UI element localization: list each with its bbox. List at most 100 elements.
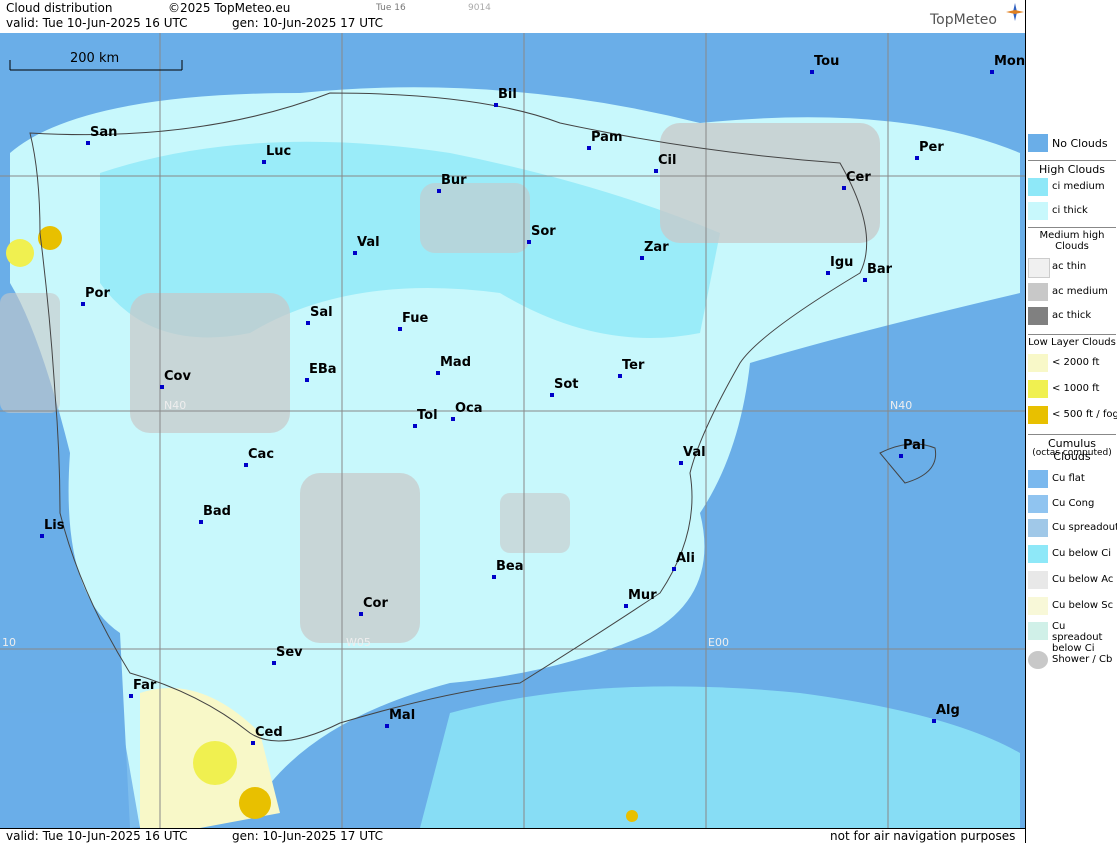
legend-cu-below-sc: Cu below Sc <box>1028 596 1116 616</box>
city-label: Sot <box>554 377 579 392</box>
grid-label: N40 <box>890 399 913 412</box>
city-label: Cer <box>846 170 871 185</box>
map-title: Cloud distribution <box>6 1 113 15</box>
city-marker <box>618 374 622 378</box>
city-marker <box>86 141 90 145</box>
city-marker <box>160 385 164 389</box>
compass-icon <box>1006 3 1024 21</box>
city-marker <box>451 417 455 421</box>
legend-cu-spreadout-below-ci: Cu spreadout below Ci <box>1028 621 1116 654</box>
city-marker <box>437 189 441 193</box>
scale-label: 200 km <box>70 51 120 66</box>
city-marker <box>436 371 440 375</box>
city-marker <box>587 146 591 150</box>
city-label: Bar <box>867 262 893 277</box>
city-label: EBa <box>309 362 337 377</box>
city-label: Bur <box>441 173 467 188</box>
city-label: San <box>90 125 118 140</box>
city-label: Cac <box>248 447 275 462</box>
footer-valid: valid: Tue 10-Jun-2025 16 UTC <box>6 829 188 843</box>
cloud-map[interactable]: 200 km N40 N40 W05 E00 10 Tou Mon Bil San Lu… <box>0 33 1025 828</box>
legend-ac-thick: ac thick <box>1028 306 1116 326</box>
grid-label: 10 <box>2 636 16 649</box>
city-label: Sor <box>531 224 556 239</box>
time-tab: Tue 16 <box>376 3 406 13</box>
legend-cu-below-ci: Cu below Ci <box>1028 544 1116 564</box>
map-footer: valid: Tue 10-Jun-2025 16 UTC gen: 10-Ju… <box>0 828 1025 844</box>
city-marker <box>359 612 363 616</box>
city-label: Val <box>357 235 380 250</box>
legend-low-2000: < 2000 ft <box>1028 353 1116 373</box>
city-marker <box>262 160 266 164</box>
city-marker <box>398 327 402 331</box>
city-marker <box>251 741 255 745</box>
city-marker <box>40 534 44 538</box>
city-label: Val <box>683 445 706 460</box>
city-marker <box>654 169 658 173</box>
city-label: Oca <box>455 401 483 416</box>
city-label: Fue <box>402 311 429 326</box>
city-label: Pam <box>591 130 623 145</box>
legend-ac-medium: ac medium <box>1028 282 1116 302</box>
city-marker <box>640 256 644 260</box>
grid-label: E00 <box>708 636 729 649</box>
legend-ac-thin: ac thin <box>1028 257 1116 278</box>
legend-cu-spreadout: Cu spreadout <box>1028 518 1117 538</box>
city-label: Bad <box>203 504 231 519</box>
footer-gen: gen: 10-Jun-2025 17 UTC <box>232 829 384 843</box>
city-label: Pal <box>903 438 926 453</box>
city-label: Tou <box>814 54 840 69</box>
city-marker <box>899 454 903 458</box>
footer-note: not for air navigation purposes <box>830 829 1016 843</box>
city-label: Per <box>919 140 944 155</box>
city-label: Far <box>133 678 157 693</box>
city-marker <box>842 186 846 190</box>
city-marker <box>672 567 676 571</box>
legend-cu-cong: Cu Cong <box>1028 494 1116 514</box>
map-header: Cloud distribution ©2025 TopMeteo.eu Tue… <box>0 0 1025 34</box>
city-label: Tol <box>417 408 438 423</box>
city-label: Zar <box>644 240 669 255</box>
legend-cu-flat: Cu flat <box>1028 469 1116 489</box>
city-marker <box>826 271 830 275</box>
city-marker <box>494 103 498 107</box>
city-marker <box>990 70 994 74</box>
city-marker <box>413 424 417 428</box>
legend-cu-sub: (octas computed) <box>1032 448 1112 458</box>
city-label: Luc <box>266 144 292 159</box>
code: 9014 <box>468 3 491 13</box>
city-label: Alg <box>936 703 960 718</box>
legend-ci-medium: ci medium <box>1028 177 1116 197</box>
legend-no-clouds: No Clouds <box>1028 133 1116 153</box>
city-label: Por <box>85 286 110 301</box>
city-label: Sal <box>310 305 333 320</box>
city-label: Cor <box>363 596 388 611</box>
city-marker <box>244 463 248 467</box>
city-label: Cov <box>164 369 191 384</box>
gen-time: gen: 10-Jun-2025 17 UTC <box>232 16 384 30</box>
city-label: Bea <box>496 559 524 574</box>
city-label: Sev <box>276 645 303 660</box>
city-label: Ced <box>255 725 283 740</box>
city-label: Mur <box>628 588 657 603</box>
city-marker <box>527 240 531 244</box>
legend-medium-title: Medium high Clouds <box>1028 227 1116 252</box>
legend-ci-thick: ci thick <box>1028 201 1116 221</box>
city-marker <box>199 520 203 524</box>
legend-low-title: Low Layer Clouds <box>1028 334 1116 348</box>
city-marker <box>550 393 554 397</box>
grid-label: N40 <box>164 399 187 412</box>
city-marker <box>81 302 85 306</box>
city-label: Mad <box>440 355 472 370</box>
city-marker <box>306 321 310 325</box>
city-marker <box>810 70 814 74</box>
city-marker <box>624 604 628 608</box>
city-marker <box>272 661 276 665</box>
legend-low-1000: < 1000 ft <box>1028 379 1116 399</box>
city-label: Lis <box>44 518 65 533</box>
city-marker <box>385 724 389 728</box>
logo: TopMeteo <box>930 12 997 28</box>
legend-panel: No Clouds High Clouds ci medium ci thick… <box>1025 0 1117 843</box>
city-marker <box>353 251 357 255</box>
city-label: Igu <box>830 255 854 270</box>
